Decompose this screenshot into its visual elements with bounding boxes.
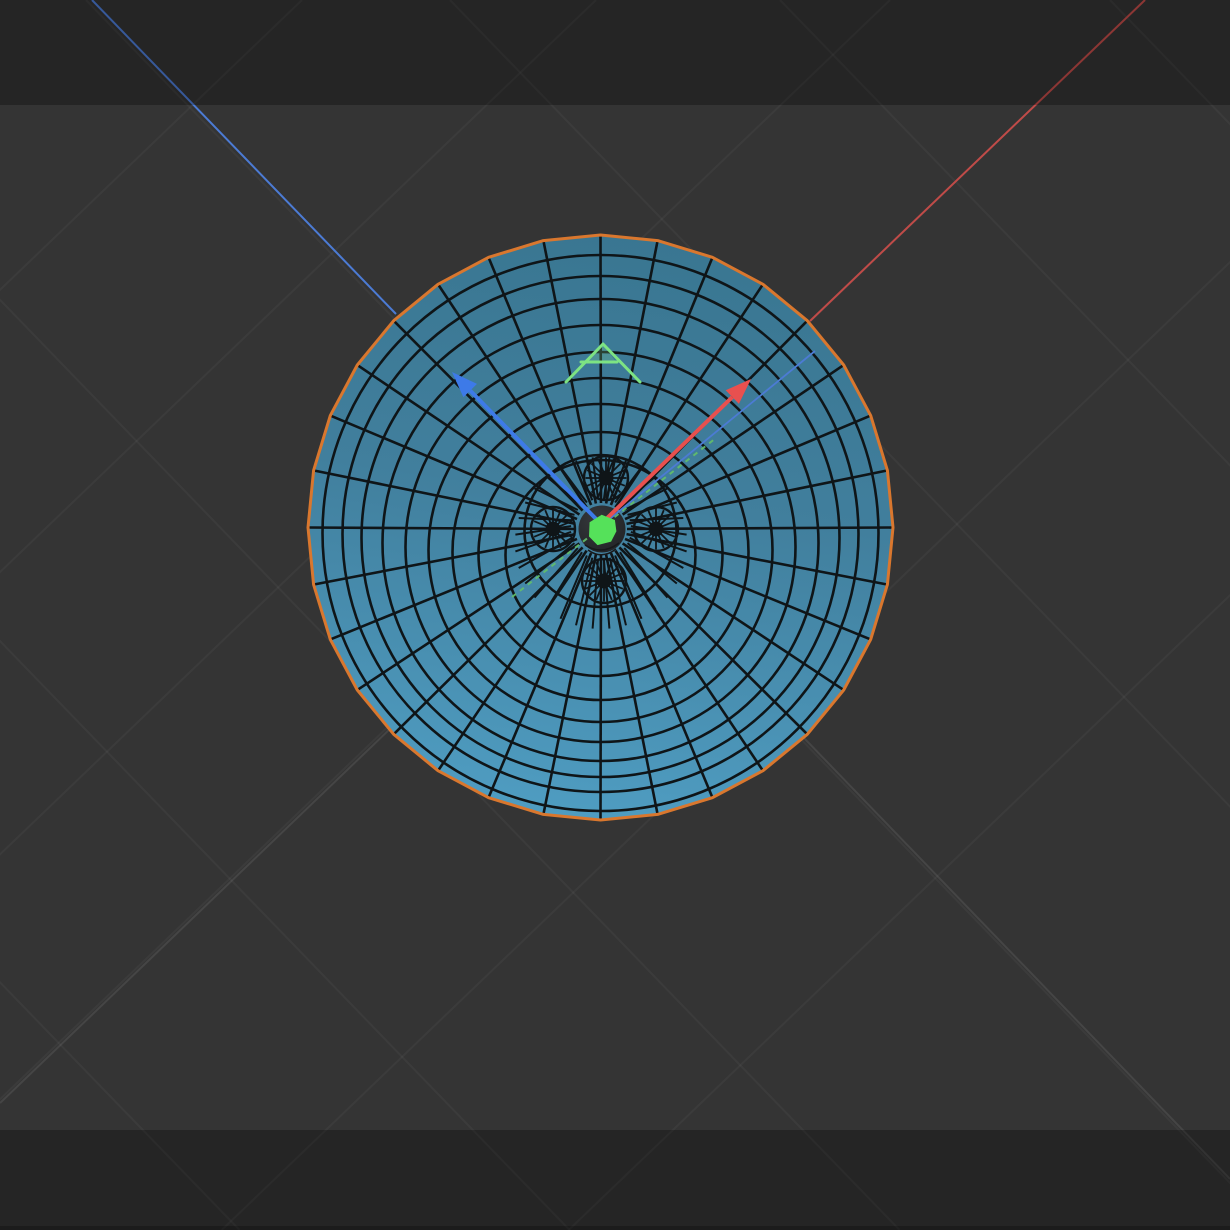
dome-pole-fan	[531, 507, 575, 551]
dome-pole-fan	[634, 507, 678, 551]
scene-canvas	[0, 0, 1230, 1230]
viewport-3d[interactable]	[0, 0, 1230, 1230]
dome-pole-fan	[584, 456, 628, 500]
dome-pole-fan	[582, 559, 626, 603]
